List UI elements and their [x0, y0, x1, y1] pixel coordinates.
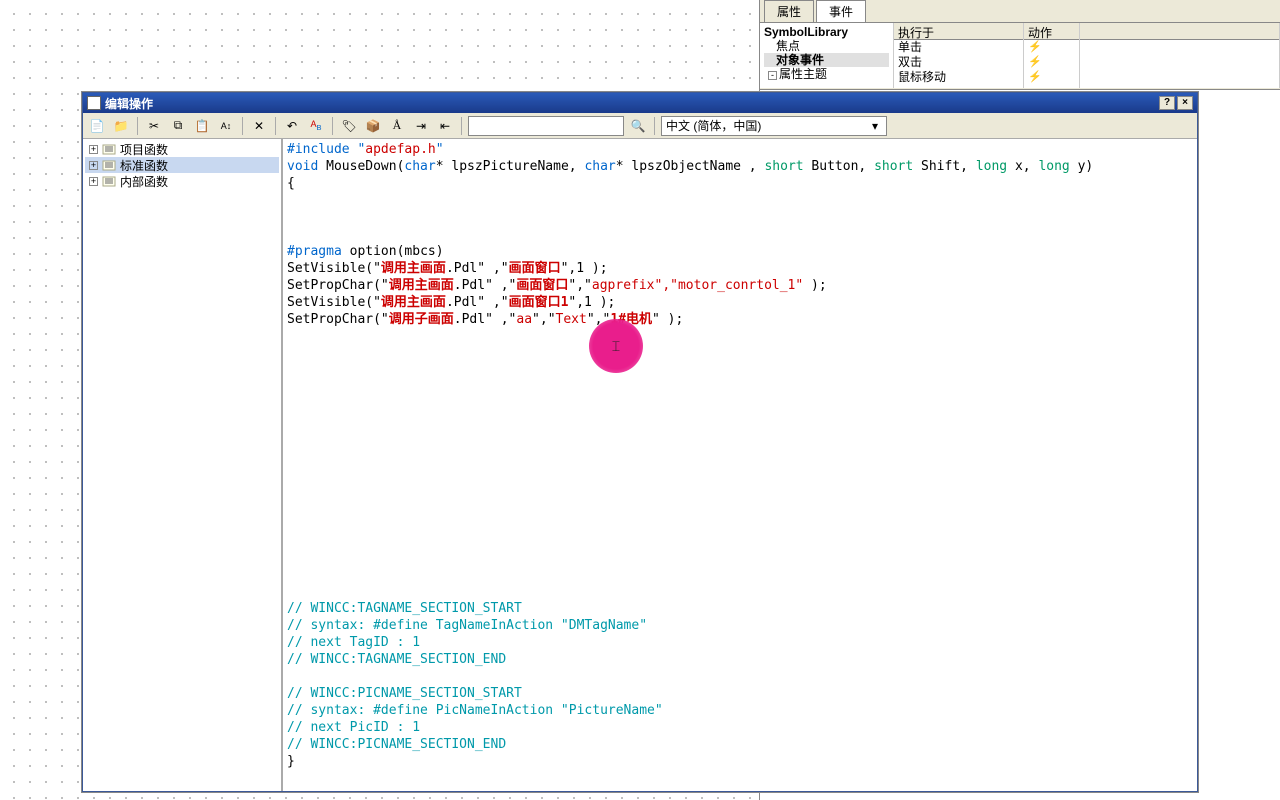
tab-properties[interactable]: 属性 — [764, 0, 814, 22]
syntax-icon[interactable]: AB — [306, 116, 326, 136]
tree-internal-funcs[interactable]: + 内部函数 — [85, 173, 279, 189]
property-tabs: 属性 事件 — [760, 0, 1280, 22]
dialog-title: 编辑操作 — [105, 95, 153, 112]
search-input[interactable] — [468, 116, 624, 136]
event-click[interactable]: 单击 — [894, 40, 1023, 55]
dialog-icon — [87, 96, 101, 110]
tree-object-events[interactable]: 对象事件 — [764, 53, 889, 67]
paste-icon[interactable]: 📋 — [192, 116, 212, 136]
code-editor[interactable]: #include "apdefap.h" void MouseDown(char… — [283, 139, 1197, 791]
export-icon[interactable]: ⇤ — [435, 116, 455, 136]
action-bolt-icon[interactable]: ⚡ — [1024, 55, 1079, 70]
blank-column — [1080, 23, 1280, 88]
tree-focus[interactable]: 焦点 — [764, 39, 889, 53]
expand-icon[interactable]: + — [89, 177, 98, 186]
tag-icon[interactable]: 🏷 — [339, 116, 359, 136]
undo-icon[interactable]: ↶ — [282, 116, 302, 136]
import-icon[interactable]: ⇥ — [411, 116, 431, 136]
dropdown-icon: ▾ — [868, 119, 882, 133]
action-bolt-icon[interactable]: ⚡ — [1024, 70, 1079, 85]
edit-action-dialog: 编辑操作 ? × 📄 📁 ✂ ⧉ 📋 A↕ ✕ ↶ AB 🏷 📦 Å ⇥ ⇤ 🔍… — [82, 92, 1198, 792]
editor-toolbar: 📄 📁 ✂ ⧉ 📋 A↕ ✕ ↶ AB 🏷 📦 Å ⇥ ⇤ 🔍 中文 (简体，中… — [83, 113, 1197, 139]
tree-project-funcs[interactable]: + 项目函数 — [85, 141, 279, 157]
col-head-execute[interactable]: 执行于 — [894, 23, 1023, 40]
format-icon[interactable]: A↕ — [216, 116, 236, 136]
expand-icon[interactable]: + — [89, 145, 98, 154]
tree-root[interactable]: SymbolLibrary — [764, 25, 889, 39]
language-select[interactable]: 中文 (简体，中国) ▾ — [661, 116, 887, 136]
folder-icon — [102, 159, 116, 171]
col-head-action[interactable]: 动作 — [1024, 23, 1079, 40]
collapse-icon[interactable]: - — [768, 71, 777, 80]
action-bolt-icon[interactable]: ⚡ — [1024, 40, 1079, 55]
col-head-blank — [1080, 23, 1279, 40]
folder-icon — [102, 175, 116, 187]
event-mousemove[interactable]: 鼠标移动 — [894, 70, 1023, 85]
delete-icon[interactable]: ✕ — [249, 116, 269, 136]
tree-prop-topic[interactable]: -属性主题 — [764, 67, 889, 81]
box-icon[interactable]: 📦 — [363, 116, 383, 136]
object-tree[interactable]: SymbolLibrary 焦点 对象事件 -属性主题 — [760, 23, 894, 88]
function-tree[interactable]: + 项目函数 + 标准函数 + 内部函数 — [83, 139, 283, 791]
property-panel: 属性 事件 SymbolLibrary 焦点 对象事件 -属性主题 执行于 单击… — [760, 0, 1280, 90]
folder-icon — [102, 143, 116, 155]
cut-icon[interactable]: ✂ — [144, 116, 164, 136]
compile-icon[interactable]: Å — [387, 116, 407, 136]
action-column: 动作 ⚡ ⚡ ⚡ — [1024, 23, 1080, 88]
expand-icon[interactable]: + — [89, 161, 98, 170]
tree-standard-funcs[interactable]: + 标准函数 — [85, 157, 279, 173]
search-go-icon[interactable]: 🔍 — [628, 116, 648, 136]
help-button[interactable]: ? — [1159, 96, 1175, 110]
tab-events[interactable]: 事件 — [816, 0, 866, 22]
open-icon[interactable]: 📁 — [111, 116, 131, 136]
dialog-titlebar[interactable]: 编辑操作 ? × — [83, 93, 1197, 113]
new-icon[interactable]: 📄 — [87, 116, 107, 136]
event-column: 执行于 单击 双击 鼠标移动 — [894, 23, 1024, 88]
copy-icon[interactable]: ⧉ — [168, 116, 188, 136]
event-dblclick[interactable]: 双击 — [894, 55, 1023, 70]
close-button[interactable]: × — [1177, 96, 1193, 110]
